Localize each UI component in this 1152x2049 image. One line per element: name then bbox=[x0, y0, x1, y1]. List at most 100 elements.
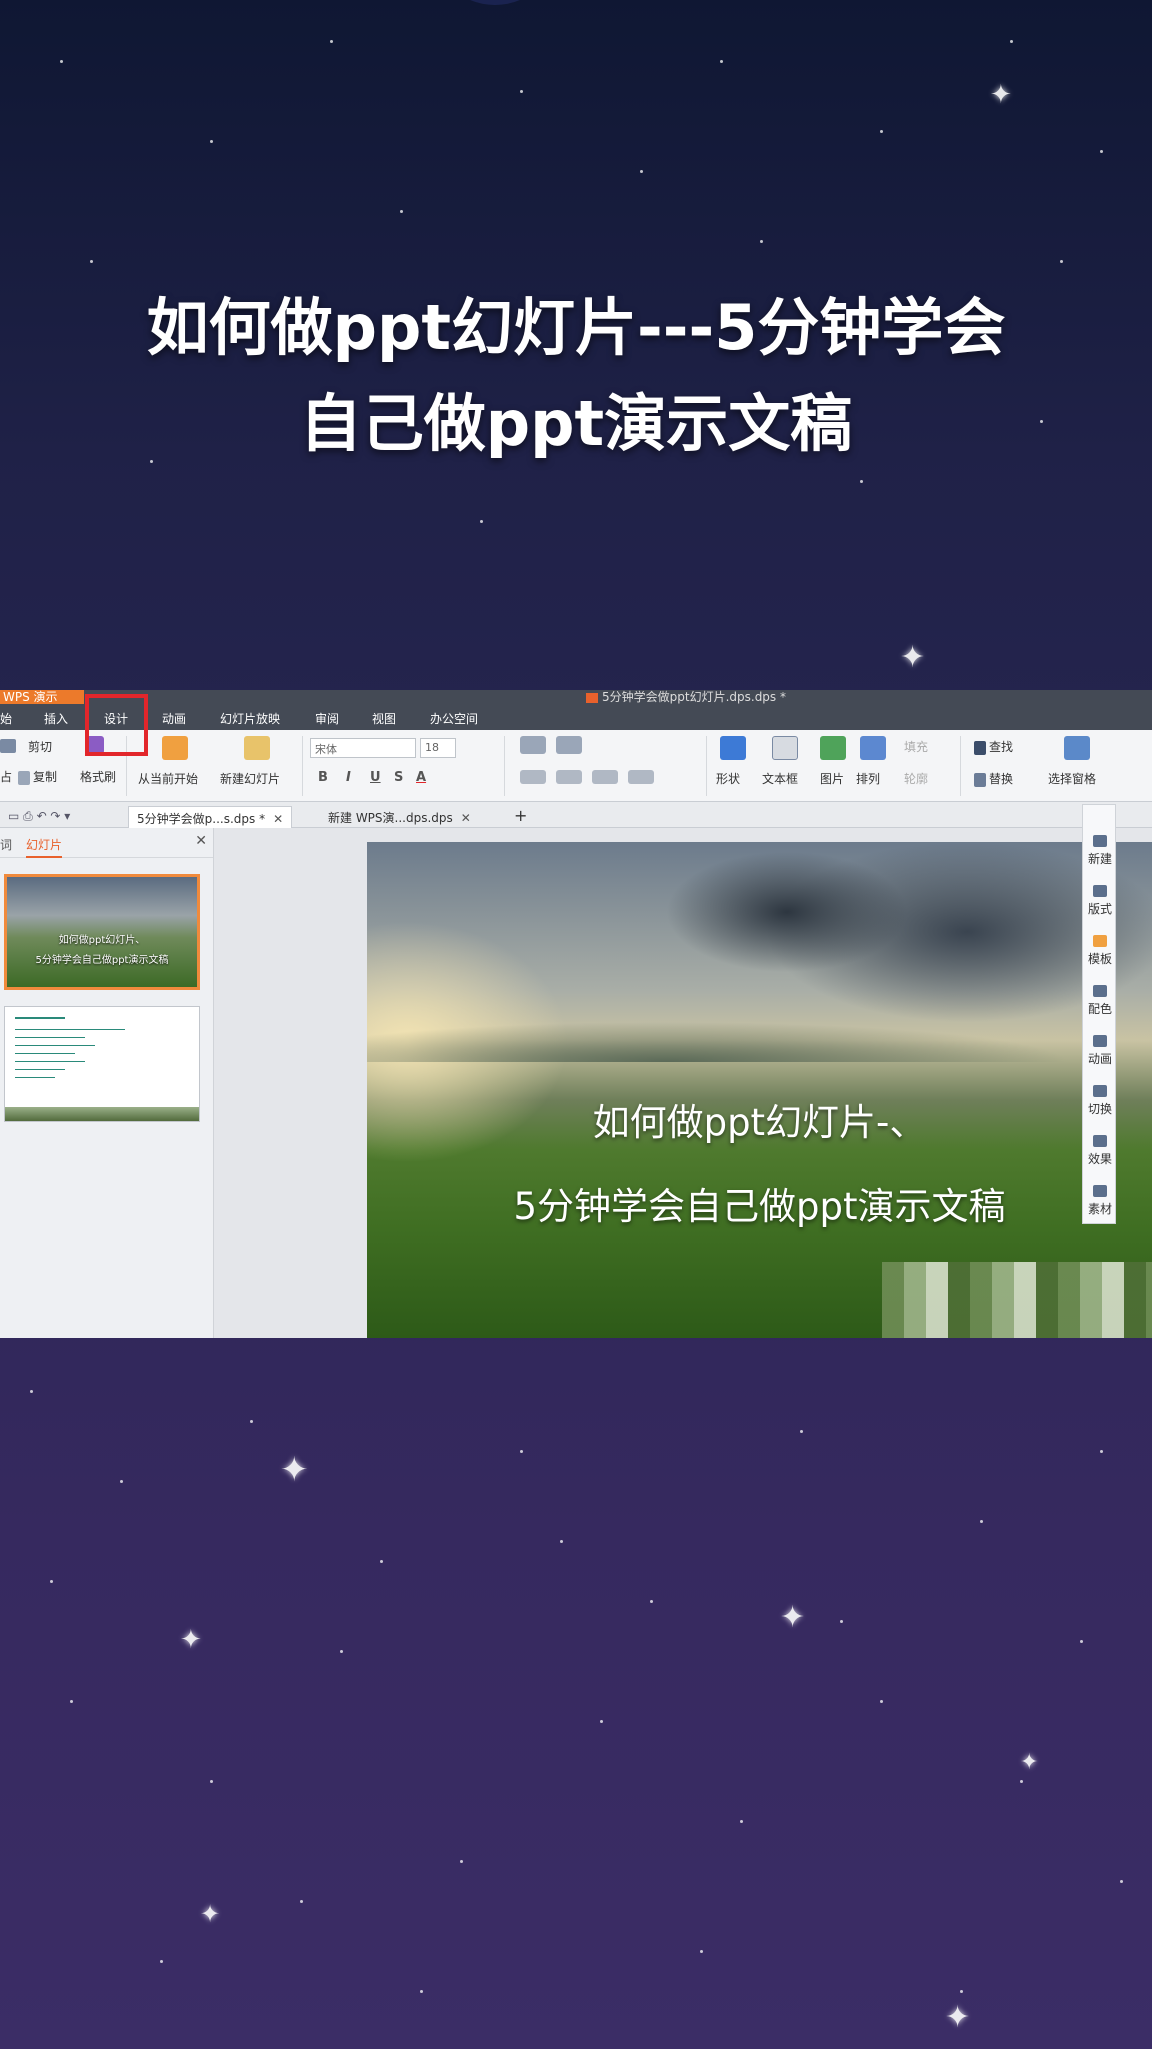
menu-office-space[interactable]: 办公空间 bbox=[430, 710, 478, 727]
replace-label: 替换 bbox=[989, 772, 1014, 786]
italic-button[interactable]: I bbox=[346, 770, 351, 785]
selection-pane-button[interactable]: 选择窗格 bbox=[1048, 770, 1096, 787]
star bbox=[1010, 40, 1013, 43]
new-slide-button[interactable]: 新建幻灯片 bbox=[220, 770, 280, 787]
picture-button[interactable]: 图片 bbox=[820, 770, 844, 787]
star bbox=[1080, 1640, 1083, 1643]
cut-label[interactable]: 剪切 bbox=[28, 738, 52, 755]
star bbox=[880, 1700, 883, 1703]
slide-thumbnail-1[interactable]: 如何做ppt幻灯片、 5分钟学会自己做ppt演示文稿 bbox=[4, 874, 200, 990]
quick-access-toolbar[interactable]: ▭ ⎙ ↶ ↷ ▾ bbox=[0, 806, 120, 828]
bullet-list-icon[interactable] bbox=[520, 736, 546, 754]
font-name-select[interactable]: 宋体 bbox=[310, 738, 416, 758]
close-icon[interactable]: ✕ bbox=[195, 833, 207, 849]
side-tool-color[interactable]: 配色 bbox=[1083, 985, 1117, 1017]
side-tool-label: 模板 bbox=[1087, 952, 1112, 966]
star bbox=[340, 1650, 343, 1653]
thumb2-line bbox=[15, 1045, 95, 1046]
side-tool-label: 动画 bbox=[1087, 1052, 1112, 1066]
textbox-button[interactable]: 文本框 bbox=[762, 770, 798, 787]
sparkle-star: ✦ bbox=[280, 1450, 309, 1490]
menu-review[interactable]: 审阅 bbox=[315, 710, 339, 727]
doc-tab-1-label: 5分钟学会做p...s.dps * bbox=[137, 812, 266, 826]
arrange-button[interactable]: 排列 bbox=[856, 770, 880, 787]
side-task-pane: 新建 版式 模板 配色 动画 切换 效果 素材 bbox=[1082, 804, 1116, 1224]
sparkle-star: ✦ bbox=[780, 1600, 806, 1635]
side-tool-transition[interactable]: 切换 bbox=[1083, 1085, 1117, 1117]
app-brand[interactable]: WPS 演示 bbox=[0, 690, 84, 704]
close-icon[interactable]: ✕ bbox=[461, 811, 471, 825]
side-tool-materials[interactable]: 素材 bbox=[1083, 1185, 1117, 1217]
paste-button[interactable]: 占 bbox=[0, 768, 12, 785]
outline-button[interactable]: 轮廓 bbox=[904, 770, 928, 787]
ribbon-toolbar: 剪切 占 复制 格式刷 从当前开始 新建幻灯片 宋体 18 B I U S A … bbox=[0, 730, 1152, 802]
doc-tab-1[interactable]: 5分钟学会做p...s.dps * ✕ bbox=[128, 806, 293, 828]
menu-view[interactable]: 视图 bbox=[372, 710, 396, 727]
side-tool-layout[interactable]: 版式 bbox=[1083, 885, 1117, 917]
moon-decoration bbox=[430, 0, 560, 5]
from-current-button[interactable]: 从当前开始 bbox=[138, 770, 198, 787]
star bbox=[460, 1860, 463, 1863]
new-slide-icon bbox=[244, 736, 270, 760]
thumb2-line bbox=[15, 1037, 85, 1038]
font-size-select[interactable]: 18 bbox=[420, 738, 456, 758]
selection-pane-icon bbox=[1064, 736, 1090, 760]
bold-button[interactable]: B bbox=[318, 770, 328, 785]
slide-title-line-2[interactable]: 5分钟学会自己做ppt演示文稿 bbox=[367, 1176, 1152, 1230]
star bbox=[160, 1960, 163, 1963]
menu-slideshow[interactable]: 幻灯片放映 bbox=[220, 710, 280, 727]
format-painter-button[interactable]: 格式刷 bbox=[80, 768, 116, 785]
star bbox=[980, 1520, 983, 1523]
slide-title-line-1[interactable]: 如何做ppt幻灯片-、 bbox=[367, 1092, 1152, 1146]
document-icon bbox=[586, 692, 598, 703]
replace-button[interactable]: 替换 bbox=[974, 770, 1013, 787]
side-tool-template[interactable]: 模板 bbox=[1083, 935, 1117, 967]
find-button[interactable]: 查找 bbox=[974, 738, 1013, 755]
window-title-text: 5分钟学会做ppt幻灯片.dps.dps * bbox=[602, 690, 786, 704]
pixelated-watermark bbox=[882, 1262, 1152, 1338]
materials-icon bbox=[1093, 1185, 1107, 1197]
side-tool-animation[interactable]: 动画 bbox=[1083, 1035, 1117, 1067]
picture-icon bbox=[820, 736, 846, 760]
fill-button[interactable]: 填充 bbox=[904, 738, 928, 755]
star bbox=[1060, 260, 1063, 263]
star bbox=[1100, 1450, 1103, 1453]
align-left-icon[interactable] bbox=[520, 770, 546, 784]
tab-outline[interactable]: 词 bbox=[0, 836, 12, 853]
doc-tab-2[interactable]: 新建 WPS演...dps.dps ✕ bbox=[320, 806, 479, 828]
underline-button[interactable]: U bbox=[370, 770, 381, 785]
menu-start[interactable]: 始 bbox=[0, 710, 12, 727]
align-right-icon[interactable] bbox=[592, 770, 618, 784]
tab-slides[interactable]: 幻灯片 bbox=[26, 836, 63, 858]
slide-thumbnail-2[interactable] bbox=[4, 1006, 200, 1122]
binoculars-icon bbox=[974, 740, 986, 755]
cut-button[interactable] bbox=[0, 738, 19, 753]
close-icon[interactable]: ✕ bbox=[273, 812, 283, 826]
wps-app-screenshot: WPS 演示 5分钟学会做ppt幻灯片.dps.dps * 始 插入 设计 动画… bbox=[0, 690, 1152, 1338]
side-tool-label: 切换 bbox=[1087, 1102, 1112, 1116]
star bbox=[520, 1450, 523, 1453]
copy-button[interactable]: 复制 bbox=[18, 768, 57, 785]
strikethrough-button[interactable]: S bbox=[394, 770, 403, 785]
star bbox=[840, 1620, 843, 1623]
layout-icon bbox=[1093, 885, 1107, 897]
thumb2-line bbox=[15, 1029, 125, 1030]
menu-animation[interactable]: 动画 bbox=[162, 710, 186, 727]
side-tool-label: 效果 bbox=[1087, 1152, 1112, 1166]
copy-label: 复制 bbox=[33, 770, 58, 784]
current-slide[interactable]: 如何做ppt幻灯片-、 5分钟学会自己做ppt演示文稿 bbox=[367, 842, 1152, 1338]
star bbox=[860, 480, 863, 483]
font-color-button[interactable]: A bbox=[416, 770, 426, 785]
justify-icon[interactable] bbox=[628, 770, 654, 784]
align-center-icon[interactable] bbox=[556, 770, 582, 784]
new-tab-button[interactable]: + bbox=[506, 806, 535, 828]
side-tool-effects[interactable]: 效果 bbox=[1083, 1135, 1117, 1167]
star bbox=[560, 1540, 563, 1543]
menu-insert[interactable]: 插入 bbox=[44, 710, 68, 727]
shape-button[interactable]: 形状 bbox=[716, 770, 740, 787]
numbered-list-icon[interactable] bbox=[556, 736, 582, 754]
animation-icon bbox=[1093, 1035, 1107, 1047]
side-tool-new[interactable]: 新建 bbox=[1083, 835, 1117, 867]
replace-icon bbox=[974, 772, 986, 787]
thumb2-line bbox=[15, 1061, 85, 1062]
